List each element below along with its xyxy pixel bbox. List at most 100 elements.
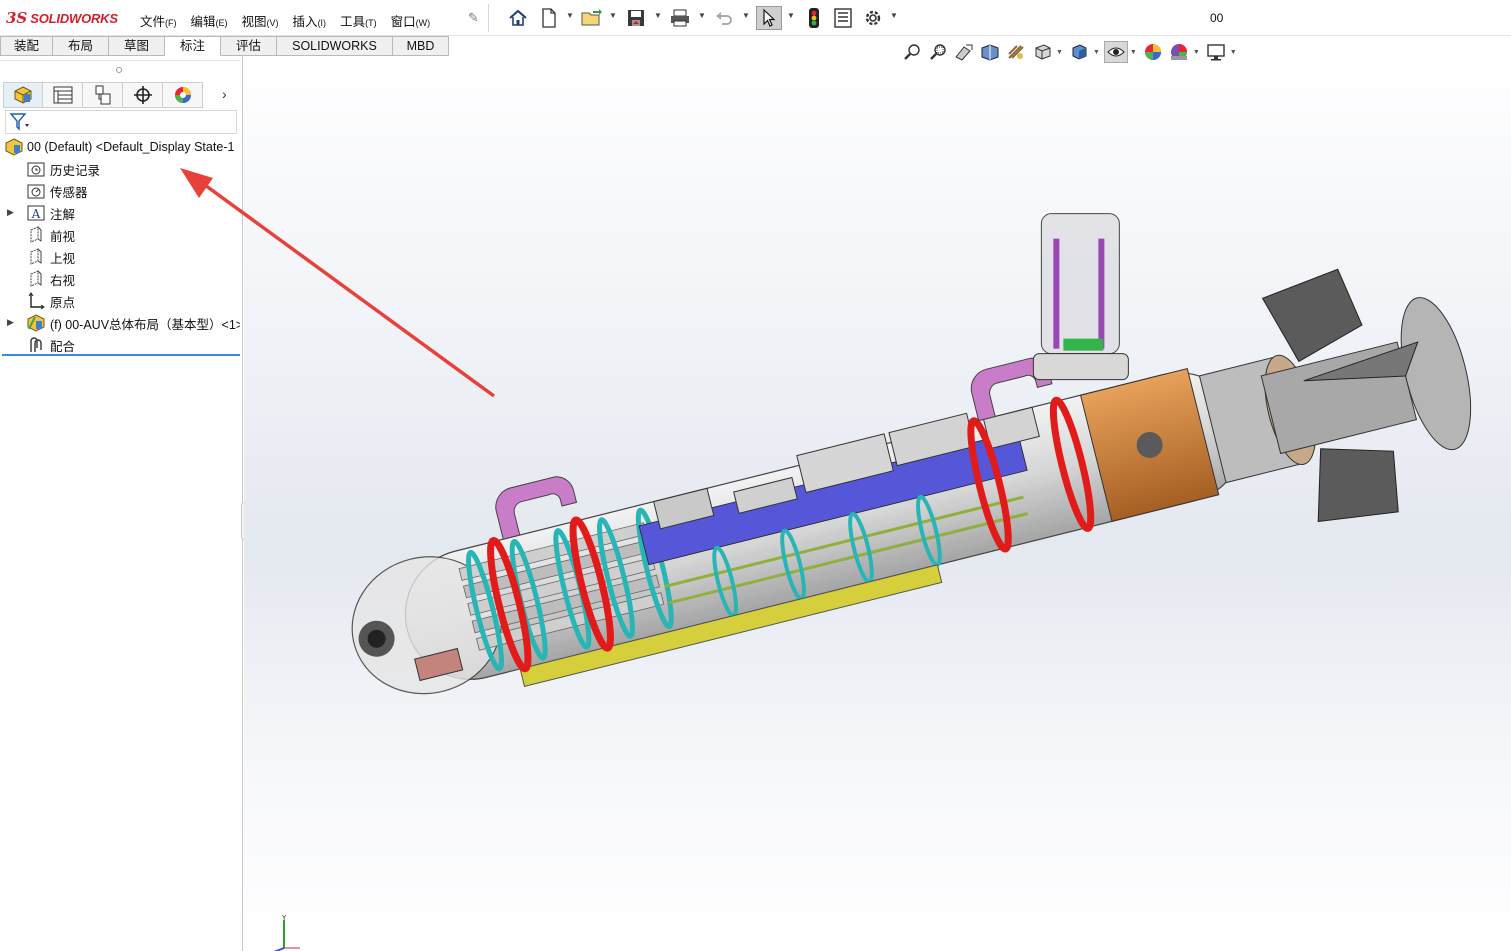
file-properties-icon[interactable] — [831, 6, 855, 30]
tree-item-right-plane[interactable]: 右视 — [0, 268, 240, 290]
subassembly-icon — [27, 314, 45, 332]
hide-show-dropdown-icon[interactable]: ▼ — [1130, 49, 1137, 56]
auv-assembly-model[interactable] — [244, 56, 1511, 951]
new-document-icon[interactable] — [537, 6, 561, 30]
menu-view[interactable]: 视图(V) — [242, 11, 279, 30]
panel-splitter-handle[interactable] — [116, 67, 122, 73]
ds-logo-mark: 3S — [6, 9, 28, 27]
brand-name: SOLIDWORKS — [30, 10, 118, 26]
origin-icon — [27, 292, 45, 310]
options-icon[interactable] — [861, 6, 885, 30]
tree-item-label: 注解 — [50, 207, 76, 222]
sensor-icon — [27, 182, 45, 200]
tree-item-label: 传感器 — [50, 185, 88, 200]
select-icon[interactable] — [756, 6, 782, 30]
orientation-dropdown-icon[interactable]: ▼ — [1056, 49, 1063, 56]
section-view-icon[interactable] — [978, 41, 1002, 63]
manager-tabs — [3, 82, 203, 108]
edit-appearance-icon[interactable] — [1141, 41, 1165, 63]
chevron-right-icon[interactable]: › — [222, 86, 227, 102]
tree-item-top-plane[interactable]: 上视 — [0, 246, 240, 268]
displaymanager-tab-icon[interactable] — [163, 82, 203, 108]
rebuild-icon[interactable] — [802, 6, 826, 30]
document-title: 00 — [1210, 11, 1224, 25]
select-dropdown-icon[interactable]: ▼ — [787, 11, 795, 20]
tree-item-label: 配合 — [50, 339, 76, 354]
options-dropdown-icon[interactable]: ▼ — [890, 11, 898, 20]
hide-show-items-icon[interactable] — [1103, 41, 1128, 63]
previous-view-icon[interactable] — [952, 41, 976, 63]
command-manager-tabs: 装配体 布局 草图 标注 评估 SOLIDWORKS 插件 MBD — [0, 36, 449, 71]
tree-item-subassembly[interactable]: ▶ (f) 00-AUV总体布局（基本型）<1> — [0, 312, 240, 334]
annotations-icon: A — [27, 204, 45, 222]
scene-dropdown-icon[interactable]: ▼ — [1193, 49, 1200, 56]
svg-text:Y: Y — [281, 914, 287, 922]
menu-bar: 文件(F) 编辑(E) 视图(V) 插入(I) 工具(T) 窗口(W) — [140, 11, 444, 30]
display-style-dropdown-icon[interactable]: ▼ — [1093, 49, 1100, 56]
display-style-icon[interactable] — [1067, 41, 1091, 63]
new-dropdown-icon[interactable]: ▼ — [566, 11, 574, 20]
open-icon[interactable] — [580, 6, 604, 30]
tree-item-label: 右视 — [50, 273, 76, 288]
undo-icon[interactable] — [712, 6, 736, 30]
expand-arrow-icon[interactable]: ▶ — [7, 317, 14, 328]
propertymanager-tab-icon[interactable] — [43, 82, 83, 108]
plane-icon — [27, 248, 45, 266]
tab-solidworks-addins[interactable]: SOLIDWORKS 插件 — [277, 36, 393, 71]
view-settings-icon[interactable] — [1204, 41, 1228, 63]
plane-icon — [27, 270, 45, 288]
apply-scene-icon[interactable] — [1167, 41, 1191, 63]
tab-assembly[interactable]: 装配体 — [0, 36, 53, 71]
view-settings-dropdown-icon[interactable]: ▼ — [1230, 49, 1237, 56]
tree-item-label: 原点 — [50, 295, 76, 310]
open-dropdown-icon[interactable]: ▼ — [609, 11, 617, 20]
menu-insert[interactable]: 插入(I) — [293, 11, 327, 30]
zoom-to-area-icon[interactable] — [926, 41, 950, 63]
home-icon[interactable] — [506, 6, 530, 30]
tab-annotation[interactable]: 标注 — [165, 36, 221, 56]
tree-root-label: 00 (Default) <Default_Display State-1 — [27, 140, 235, 154]
tree-item-front-plane[interactable]: 前视 — [0, 224, 240, 246]
tree-item-sensors[interactable]: 传感器 — [0, 180, 240, 202]
svg-text:A: A — [31, 207, 41, 221]
tab-mbd[interactable]: MBD — [393, 36, 449, 56]
toolbar-divider — [488, 4, 489, 32]
expand-arrow-icon[interactable]: ▶ — [7, 207, 14, 218]
featuremanager-tab-icon[interactable] — [3, 82, 43, 108]
tree-item-history[interactable]: 历史记录 — [0, 158, 240, 180]
tree-item-origin[interactable]: 原点 — [0, 290, 240, 312]
menu-tools[interactable]: 工具(T) — [340, 11, 377, 30]
tab-sketch[interactable]: 草图 — [109, 36, 165, 56]
view-orientation-icon[interactable] — [1030, 41, 1054, 63]
save-dropdown-icon[interactable]: ▼ — [654, 11, 662, 20]
menu-edit[interactable]: 编辑(E) — [191, 11, 228, 30]
mates-icon — [27, 336, 45, 354]
tree-item-mates[interactable]: 配合 — [0, 334, 240, 356]
save-icon[interactable] — [624, 6, 648, 30]
dynamic-annotation-icon[interactable] — [1004, 41, 1028, 63]
print-dropdown-icon[interactable]: ▼ — [698, 11, 706, 20]
tree-item-label: (f) 00-AUV总体布局（基本型）<1> — [50, 317, 240, 332]
menu-window[interactable]: 窗口(W) — [391, 11, 431, 30]
plane-icon — [27, 226, 45, 244]
zoom-to-fit-icon[interactable] — [900, 41, 924, 63]
print-icon[interactable] — [668, 6, 692, 30]
tree-item-annotations[interactable]: ▶ A 注解 — [0, 202, 240, 224]
title-bar: 3S SOLIDWORKS 文件(F) 编辑(E) 视图(V) 插入(I) 工具… — [0, 0, 1511, 36]
tree-filter[interactable] — [5, 110, 237, 134]
configurationmanager-tab-icon[interactable] — [83, 82, 123, 108]
pin-menu-icon[interactable]: ✎ — [468, 10, 479, 26]
dimxpertmanager-tab-icon[interactable] — [123, 82, 163, 108]
panel-top-divider — [0, 60, 240, 61]
menu-file[interactable]: 文件(F) — [140, 11, 177, 30]
solidworks-logo[interactable]: 3S SOLIDWORKS — [6, 9, 118, 27]
filter-icon[interactable] — [9, 112, 31, 132]
feature-manager-panel: › 00 (Default) <Default_Display State-1 … — [0, 56, 243, 951]
graphics-area[interactable]: Y — [244, 56, 1511, 951]
undo-dropdown-icon[interactable]: ▼ — [742, 11, 750, 20]
tree-item-label: 前视 — [50, 229, 76, 244]
tab-evaluate[interactable]: 评估 — [221, 36, 277, 56]
tree-end-divider — [2, 354, 240, 356]
tree-root-assembly[interactable]: 00 (Default) <Default_Display State-1 — [0, 136, 240, 158]
tab-layout[interactable]: 布局 — [53, 36, 109, 56]
